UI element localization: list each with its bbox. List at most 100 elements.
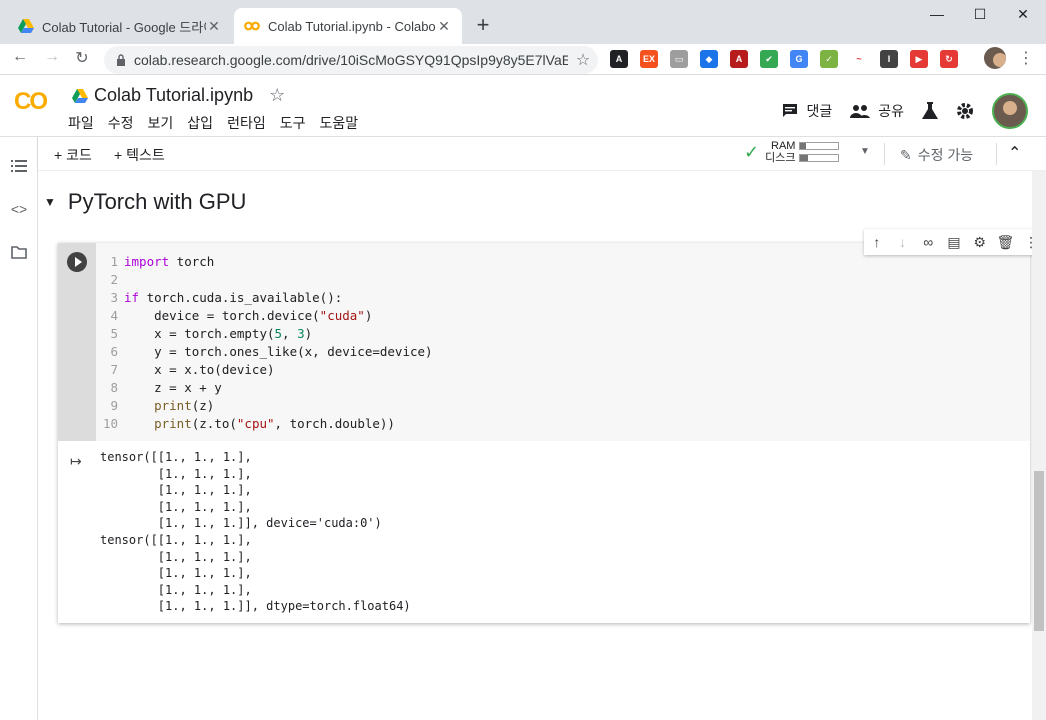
extension-icon[interactable]: ◆ xyxy=(700,50,718,68)
code-line: 1 import torch xyxy=(96,253,1030,271)
share-label: 공유 xyxy=(878,103,904,119)
code-token: print xyxy=(154,398,192,413)
colab-logo[interactable]: CO xyxy=(14,88,48,116)
divider xyxy=(884,143,885,165)
notebook-toolbar: + 코드 + 텍스트 ✓ RAM 디스크 ▼ ✎ 수정 가능 ⌃ xyxy=(38,137,1046,171)
extension-icon[interactable]: ▭ xyxy=(670,50,688,68)
code-token: , xyxy=(282,326,298,341)
code-token: "cuda" xyxy=(319,308,365,323)
code-token: if xyxy=(124,290,140,305)
share-button[interactable]: 공유 xyxy=(850,101,904,121)
extension-icon[interactable]: A xyxy=(730,50,748,68)
url-field[interactable]: colab.research.google.com/drive/10iScMoG… xyxy=(104,46,598,74)
code-snippets-icon[interactable]: <> xyxy=(10,201,28,219)
menu-insert[interactable]: 삽입 xyxy=(187,113,213,133)
line-number: 6 xyxy=(110,344,118,359)
tab-colab[interactable]: Colab Tutorial.ipynb - Colaboratory ✕ xyxy=(234,8,462,44)
line-number: 5 xyxy=(110,326,118,341)
url-text: colab.research.google.com/drive/10iScMoG… xyxy=(134,52,568,68)
minimize-button[interactable]: — xyxy=(914,6,960,22)
code-token: x = x.to(device) xyxy=(124,362,275,377)
maximize-button[interactable]: ☐ xyxy=(957,6,1003,23)
code-token: y = torch.ones_like(x, device=device) xyxy=(124,344,433,359)
extension-icon[interactable]: G xyxy=(790,50,808,68)
extension-icon[interactable]: ▶ xyxy=(910,50,928,68)
star-icon[interactable]: ☆ xyxy=(269,85,285,106)
left-sidebar: <> xyxy=(0,137,38,720)
close-tab-icon[interactable]: ✕ xyxy=(206,18,222,35)
runtime-dropdown-icon[interactable]: ▼ xyxy=(860,146,870,157)
code-line: 4 device = torch.device("cuda") xyxy=(96,307,1030,325)
tab-title: Colab Tutorial - Google 드라이브 xyxy=(42,19,206,35)
delete-icon[interactable]: 🗑 xyxy=(995,234,1015,251)
close-tab-icon[interactable]: ✕ xyxy=(436,18,452,35)
bookmark-star-icon[interactable]: ☆ xyxy=(568,50,598,70)
code-token: ) xyxy=(364,308,373,323)
back-icon[interactable]: ← xyxy=(8,48,32,66)
notebook-title-row: Colab Tutorial.ipynb ☆ xyxy=(72,85,285,106)
user-avatar[interactable] xyxy=(992,93,1028,129)
scrollbar-thumb[interactable] xyxy=(1034,471,1044,631)
tab-google-drive[interactable]: Colab Tutorial - Google 드라이브 ✕ xyxy=(8,8,232,44)
scrollbar[interactable] xyxy=(1032,171,1046,720)
comments-button[interactable]: 댓글 xyxy=(782,101,832,121)
menu-bar: 파일 수정 보기 삽입 런타임 도구 도움말 xyxy=(68,113,358,133)
code-token: 5 xyxy=(274,326,283,341)
output-text: tensor([[1., 1., 1.], [1., 1., 1.], [1.,… xyxy=(100,450,411,614)
menu-help[interactable]: 도움말 xyxy=(319,113,358,133)
folder-icon[interactable] xyxy=(10,243,28,261)
extension-icon[interactable]: ✔ xyxy=(760,50,778,68)
menu-view[interactable]: 보기 xyxy=(148,113,174,133)
collapse-section-icon[interactable]: ▼ xyxy=(44,195,56,209)
extension-icon[interactable]: A xyxy=(610,50,628,68)
code-line: 3 if torch.cuda.is_available(): xyxy=(96,289,1030,307)
extension-icon[interactable]: I xyxy=(880,50,898,68)
google-drive-icon xyxy=(72,88,88,103)
extension-icon[interactable]: ✓ xyxy=(820,50,838,68)
add-text-button[interactable]: + 텍스트 xyxy=(114,145,165,165)
ram-label: RAM xyxy=(771,140,796,152)
people-icon xyxy=(850,105,871,118)
code-token: 3 xyxy=(297,326,305,341)
code-editor[interactable]: 1 import torch 2 3 if torch.cuda.is_availabl… xyxy=(96,243,1030,441)
move-down-icon[interactable]: ↓ xyxy=(893,234,913,250)
code-cell[interactable]: 1 import torch 2 3 if torch.cuda.is_availabl… xyxy=(58,229,1044,623)
extension-icon[interactable]: ~ xyxy=(850,50,868,68)
link-icon[interactable]: ∞ xyxy=(918,234,938,250)
menu-runtime[interactable]: 런타임 xyxy=(227,113,266,133)
edit-mode-label: 수정 가능 xyxy=(917,147,974,163)
tab-title: Colab Tutorial.ipynb - Colaboratory xyxy=(268,18,436,34)
new-tab-button[interactable]: + xyxy=(470,12,496,38)
run-cell-button[interactable] xyxy=(67,252,87,272)
notebook-title[interactable]: Colab Tutorial.ipynb xyxy=(94,85,253,106)
reload-icon[interactable]: ↻ xyxy=(70,48,94,68)
menu-file[interactable]: 파일 xyxy=(68,113,94,133)
runtime-status[interactable]: ✓ RAM 디스크 xyxy=(744,140,840,164)
code-token: print xyxy=(154,416,192,431)
extension-icon[interactable]: ↻ xyxy=(940,50,958,68)
move-up-icon[interactable]: ↑ xyxy=(867,234,887,250)
settings-gear-icon[interactable] xyxy=(956,102,974,120)
line-number: 9 xyxy=(110,398,118,413)
extension-icon[interactable]: EX xyxy=(640,50,658,68)
lock-icon xyxy=(117,54,125,66)
line-number: 3 xyxy=(110,290,118,305)
table-of-contents-icon[interactable] xyxy=(10,157,28,175)
profile-avatar-icon[interactable] xyxy=(984,47,1006,69)
add-code-button[interactable]: + 코드 xyxy=(54,145,92,165)
line-number: 10 xyxy=(102,416,118,431)
forward-icon[interactable]: → xyxy=(40,48,64,66)
disk-label: 디스크 xyxy=(765,152,796,164)
flask-icon[interactable] xyxy=(922,102,938,120)
pencil-icon: ✎ xyxy=(900,146,912,163)
close-window-button[interactable]: ✕ xyxy=(1000,6,1046,23)
settings-icon[interactable]: ⚙ xyxy=(970,234,990,251)
menu-tools[interactable]: 도구 xyxy=(280,113,306,133)
collapse-header-icon[interactable]: ⌃ xyxy=(1008,143,1021,163)
comment-icon[interactable]: ▤ xyxy=(944,234,964,251)
menu-edit[interactable]: 수정 xyxy=(108,113,134,133)
code-line: 10 print (z.to("cpu", torch.double)) xyxy=(96,415,1030,433)
browser-menu-icon[interactable]: ⋮ xyxy=(1014,48,1038,68)
edit-mode-button[interactable]: ✎ 수정 가능 xyxy=(900,145,973,165)
output-menu-icon[interactable]: ↦ xyxy=(70,453,82,470)
